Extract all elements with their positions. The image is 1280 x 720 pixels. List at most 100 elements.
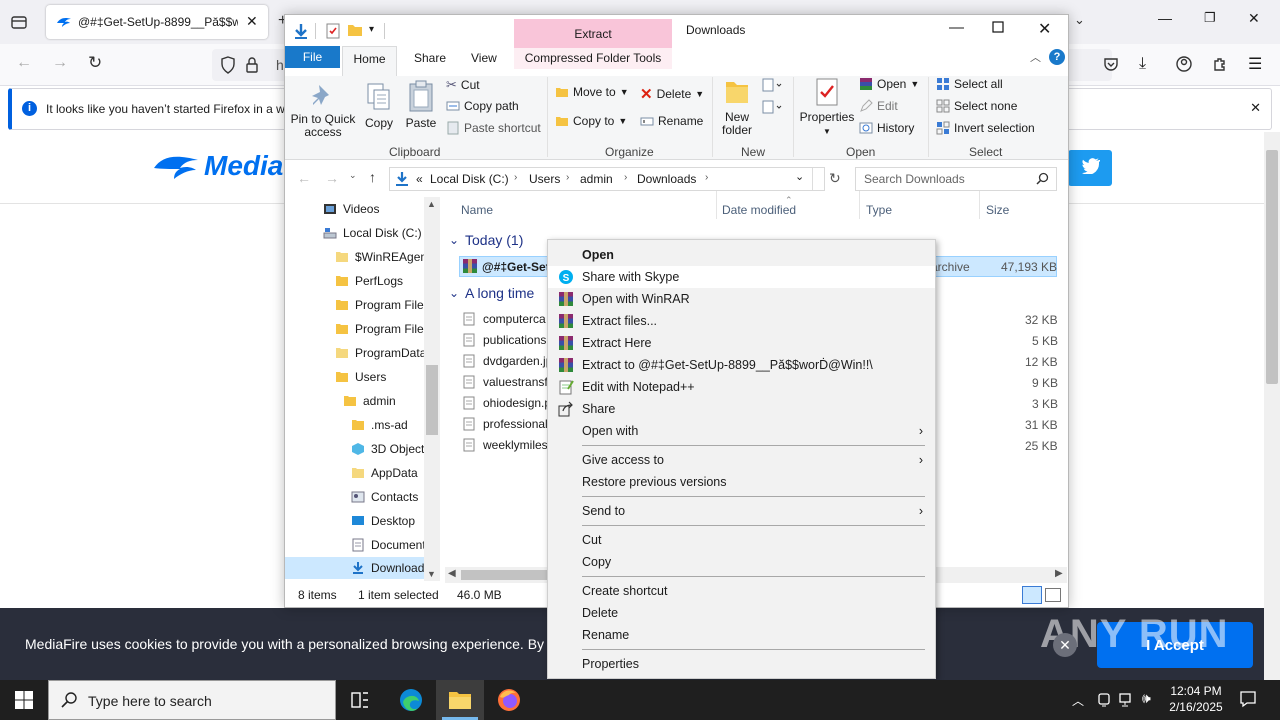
large-icons-view-icon[interactable] bbox=[1045, 588, 1061, 602]
select-all-button[interactable]: Select all bbox=[936, 77, 1003, 91]
explorer-back-icon[interactable]: ← bbox=[297, 170, 311, 186]
menu-item-edit-with-notepadpp[interactable]: Edit with Notepad++ bbox=[548, 376, 935, 398]
tab-list-icon[interactable] bbox=[10, 13, 28, 31]
breadcrumb-sep-icon-2[interactable]: › bbox=[566, 172, 569, 183]
copy-path-button[interactable]: Copy path bbox=[446, 99, 519, 113]
social-buttons[interactable] bbox=[1068, 150, 1112, 186]
tree-item-perflogs[interactable]: PerfLogs bbox=[335, 270, 403, 292]
paste-button[interactable]: Paste bbox=[401, 79, 441, 130]
close-browser-icon[interactable]: ✕ bbox=[1248, 10, 1260, 27]
tree-item-local-disk[interactable]: Local Disk (C:) bbox=[323, 222, 422, 244]
file-row[interactable]: weeklymiles bbox=[463, 435, 548, 455]
extract-tab[interactable]: Extract bbox=[514, 19, 672, 48]
customize-quick-access-icon[interactable]: ▾ bbox=[369, 24, 374, 35]
tree-item-downloads[interactable]: Downloads bbox=[351, 557, 430, 579]
ethernet-icon[interactable] bbox=[1118, 692, 1136, 708]
file-row[interactable]: valuestransfe bbox=[463, 372, 554, 392]
up-icon[interactable]: ↑ bbox=[369, 169, 376, 185]
details-view-icon[interactable] bbox=[1022, 586, 1042, 604]
breadcrumb-sep-icon-4[interactable]: › bbox=[705, 172, 708, 183]
breadcrumb-sep-icon-3[interactable]: › bbox=[624, 172, 627, 183]
menu-item-share[interactable]: Share bbox=[548, 398, 935, 420]
breadcrumb-downloads[interactable]: Downloads bbox=[637, 172, 696, 186]
copy-button[interactable]: Copy bbox=[359, 81, 399, 130]
menu-item-extract-files[interactable]: Extract files... bbox=[548, 310, 935, 332]
breadcrumb-users[interactable]: Users bbox=[529, 172, 560, 186]
properties-quick-icon[interactable] bbox=[326, 23, 340, 39]
file-row[interactable]: computerca bbox=[463, 309, 546, 329]
menu-icon[interactable]: ☰ bbox=[1248, 54, 1262, 74]
back-icon[interactable]: ← bbox=[16, 54, 32, 72]
menu-item-share-with-skype[interactable]: S Share with Skype bbox=[548, 266, 935, 288]
menu-item-extract-here[interactable]: Extract Here bbox=[548, 332, 935, 354]
edit-button[interactable]: Edit bbox=[859, 99, 898, 113]
tree-item-program-files[interactable]: Program Files bbox=[335, 294, 430, 316]
rename-button[interactable]: Rename bbox=[640, 114, 703, 128]
open-button[interactable]: Open ▼ bbox=[859, 77, 919, 91]
tree-item-programdata[interactable]: ProgramData bbox=[335, 342, 426, 364]
close-tab-icon[interactable]: ✕ bbox=[246, 13, 258, 30]
taskbar-search[interactable]: Type here to search bbox=[48, 680, 336, 720]
delete-button[interactable]: ✕ Delete ▼ bbox=[640, 85, 704, 103]
breadcrumb-admin[interactable]: admin bbox=[580, 172, 613, 186]
file-row[interactable]: dvdgarden.jp bbox=[463, 351, 552, 371]
easy-access-icon[interactable] bbox=[761, 99, 783, 117]
pin-quick-access-button[interactable]: Pin to Quick access bbox=[289, 83, 357, 139]
file-row[interactable]: professional bbox=[463, 414, 548, 434]
group-long-time-chevron-icon[interactable]: ⌄ bbox=[449, 286, 459, 300]
menu-item-rename[interactable]: Rename bbox=[548, 624, 935, 646]
shield-icon[interactable] bbox=[220, 56, 236, 74]
column-name[interactable]: Name bbox=[461, 203, 493, 217]
tree-item-admin[interactable]: admin bbox=[343, 390, 396, 412]
menu-item-open-with[interactable]: Open with › bbox=[548, 420, 935, 442]
help-icon[interactable]: ? bbox=[1049, 49, 1065, 65]
quick-access-down-arrow-icon[interactable] bbox=[293, 23, 309, 39]
tree-item-users[interactable]: Users bbox=[335, 366, 386, 388]
notifications-icon[interactable] bbox=[1239, 690, 1257, 708]
tree-scroll-up-icon[interactable]: ▲ bbox=[427, 199, 436, 209]
select-none-button[interactable]: Select none bbox=[936, 99, 1017, 113]
tree-item-appdata[interactable]: AppData bbox=[351, 462, 418, 484]
paste-shortcut-button[interactable]: Paste shortcut bbox=[446, 121, 541, 135]
tree-scroll-down-icon[interactable]: ▼ bbox=[427, 569, 436, 579]
copy-to-button[interactable]: Copy to ▼ bbox=[555, 114, 627, 128]
search-box[interactable]: Search Downloads bbox=[855, 167, 1057, 191]
twitter-icon[interactable] bbox=[1082, 158, 1100, 174]
menu-item-copy[interactable]: Copy bbox=[548, 551, 935, 573]
mediafire-logo[interactable]: Media bbox=[152, 150, 283, 182]
explorer-minimize-icon[interactable]: — bbox=[949, 19, 964, 36]
browser-tab[interactable]: @#‡Get-SetUp-8899__Pă$$wᴏ ✕ bbox=[46, 5, 268, 39]
history-button[interactable]: History bbox=[859, 121, 914, 135]
taskbar-explorer-active[interactable] bbox=[436, 680, 484, 720]
restore-icon[interactable]: ❐ bbox=[1204, 10, 1216, 26]
volume-icon[interactable]: 🕪 bbox=[1142, 690, 1151, 707]
tree-item-desktop[interactable]: Desktop bbox=[351, 510, 415, 532]
menu-item-open[interactable]: Open bbox=[548, 244, 935, 266]
group-today-chevron-icon[interactable]: ⌄ bbox=[449, 233, 459, 247]
menu-item-extract-to[interactable]: Extract to @#‡Get-SetUp-8899__Pă$$wᴏrḊ@W… bbox=[548, 354, 935, 376]
breadcrumb-overflow[interactable]: « bbox=[416, 172, 423, 186]
cut-button[interactable]: ✂ Cut bbox=[446, 77, 480, 93]
move-to-button[interactable]: Move to ▼ bbox=[555, 85, 629, 99]
pocket-icon[interactable] bbox=[1103, 56, 1119, 72]
forward-icon[interactable]: → bbox=[52, 54, 68, 72]
hscroll-right-icon[interactable]: ▶ bbox=[1055, 568, 1063, 579]
search-icon[interactable] bbox=[1036, 172, 1049, 185]
network-status-icon[interactable] bbox=[1096, 692, 1112, 708]
new-item-icon[interactable] bbox=[761, 77, 783, 95]
menu-item-restore-previous-versions[interactable]: Restore previous versions bbox=[548, 471, 935, 493]
menu-item-properties[interactable]: Properties bbox=[548, 653, 935, 675]
breadcrumb-local-disk[interactable]: Local Disk (C:) bbox=[430, 172, 509, 186]
downloads-icon[interactable]: ⤓ bbox=[1139, 55, 1146, 73]
invert-selection-button[interactable]: Invert selection bbox=[936, 121, 1035, 135]
explorer-close-icon[interactable]: ✕ bbox=[1038, 19, 1051, 39]
lock-icon[interactable] bbox=[246, 57, 258, 73]
address-dropdown-icon[interactable]: ⌄ bbox=[795, 170, 804, 183]
tree-item-contacts[interactable]: Contacts bbox=[351, 486, 418, 508]
file-row[interactable]: ohiodesign.p bbox=[463, 393, 551, 413]
minimize-icon[interactable]: — bbox=[1158, 10, 1172, 26]
menu-item-send-to[interactable]: Send to › bbox=[548, 500, 935, 522]
menu-item-create-shortcut[interactable]: Create shortcut bbox=[548, 580, 935, 602]
tab-file[interactable]: File bbox=[285, 46, 340, 68]
hscroll-left-icon[interactable]: ◀ bbox=[448, 568, 456, 579]
